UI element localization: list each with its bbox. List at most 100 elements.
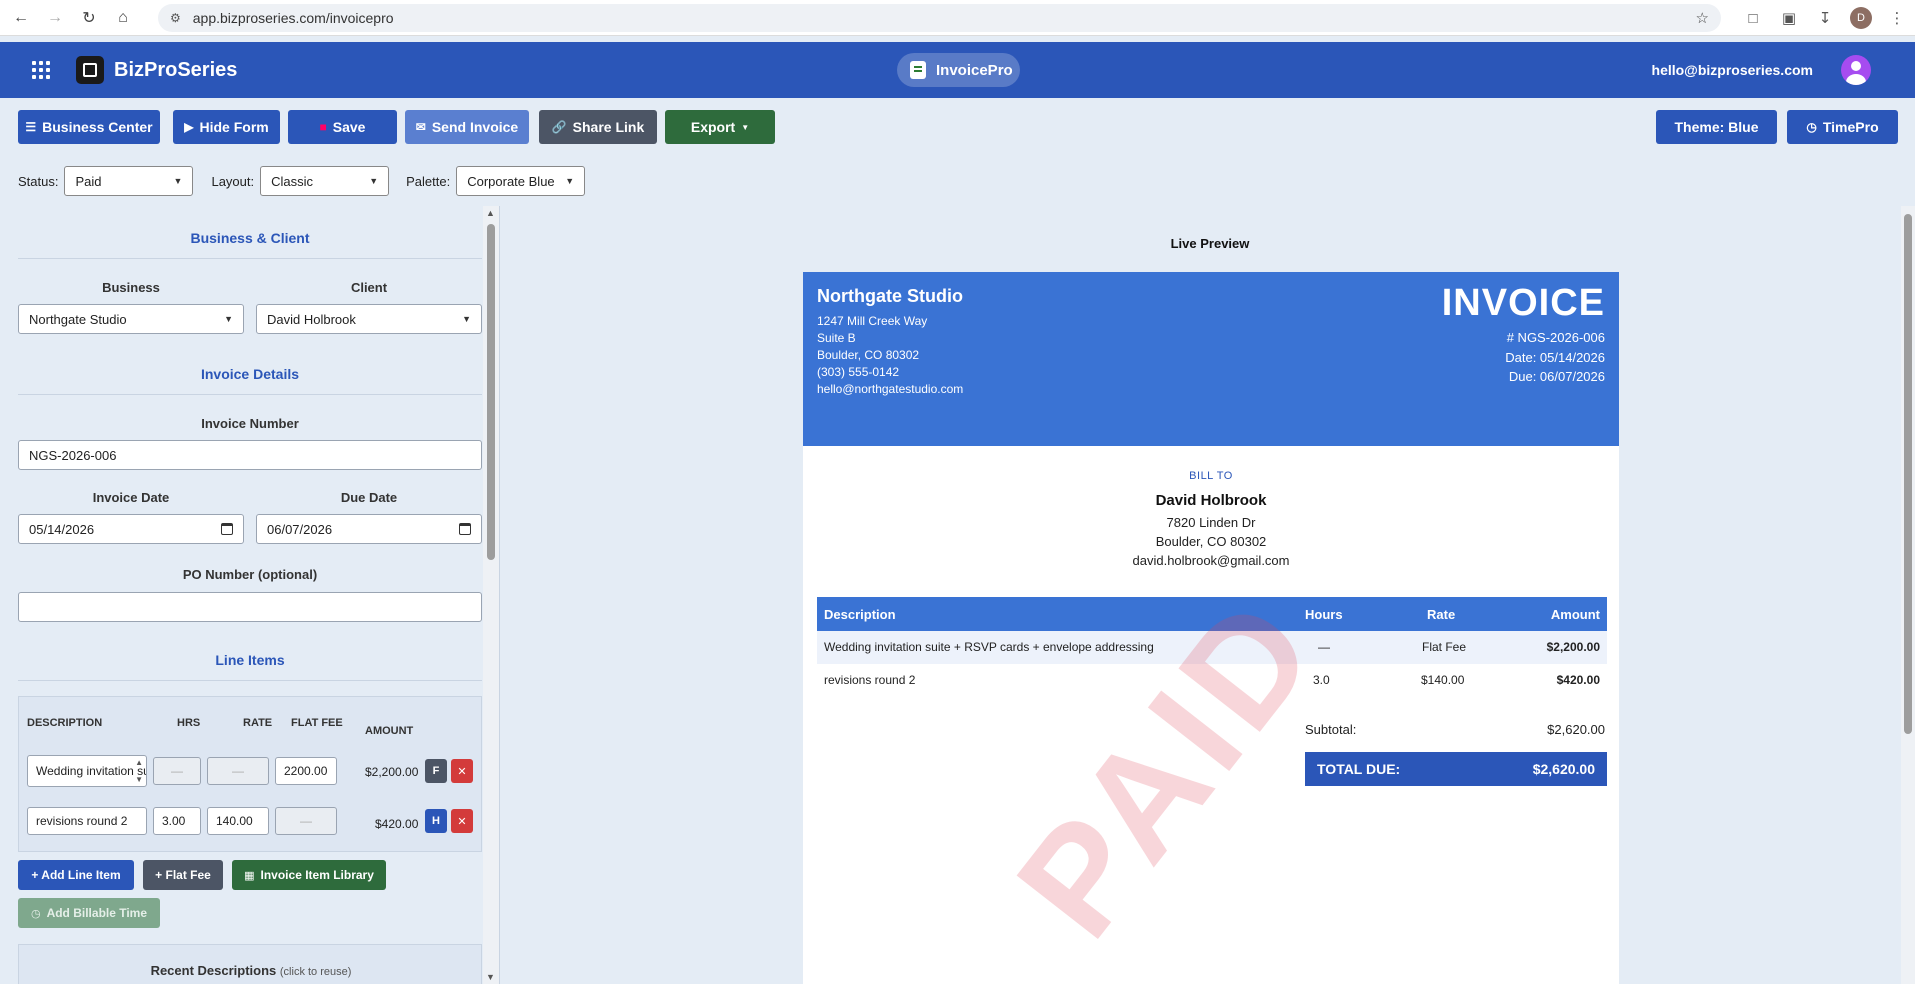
play-icon: ▶ bbox=[184, 120, 194, 134]
user-avatar-icon[interactable] bbox=[1841, 55, 1871, 85]
back-icon[interactable]: ← bbox=[8, 5, 34, 31]
share-link-button[interactable]: 🔗 Share Link bbox=[539, 110, 657, 144]
url-text: app.bizproseries.com/invoicepro bbox=[192, 10, 394, 26]
apps-grid-icon[interactable] bbox=[32, 61, 50, 79]
due-date-label: Due Date bbox=[340, 490, 398, 505]
col-rate: RATE bbox=[243, 717, 273, 729]
spin-up-icon[interactable]: ▲ bbox=[135, 758, 143, 767]
remove-line-button[interactable]: ✕ bbox=[451, 759, 473, 783]
line-rate-input[interactable]: 140.00 bbox=[207, 807, 269, 835]
send-invoice-label: Send Invoice bbox=[431, 119, 519, 135]
line-flat-fee-input[interactable]: — bbox=[275, 807, 337, 835]
invoice-due-date: Due: 06/07/2026 bbox=[1508, 369, 1605, 384]
business-address-line: 1247 Mill Creek Way bbox=[817, 314, 928, 328]
remove-line-button[interactable]: ✕ bbox=[451, 809, 473, 833]
add-billable-time-button[interactable]: ◷ Add Billable Time bbox=[18, 898, 160, 928]
bookmark-star-icon[interactable]: ☆ bbox=[1696, 9, 1709, 27]
business-select[interactable]: Northgate Studio ▼ bbox=[18, 304, 244, 334]
floppy-icon: ■ bbox=[319, 120, 327, 134]
row-rate: Flat Fee bbox=[1422, 640, 1467, 654]
invoice-date-input[interactable]: 05/14/2026 bbox=[18, 514, 244, 544]
menu-icon[interactable]: ⋮ bbox=[1879, 9, 1915, 27]
line-description-input[interactable]: revisions round 2 bbox=[27, 807, 147, 835]
media-icon[interactable]: ▣ bbox=[1771, 9, 1807, 27]
add-line-item-button[interactable]: + Add Line Item bbox=[18, 860, 134, 890]
invoice-number-input[interactable]: NGS-2026-006 bbox=[18, 440, 482, 470]
client-label: Client bbox=[350, 280, 388, 295]
reload-icon[interactable]: ↻ bbox=[76, 5, 102, 31]
invoice-number: # NGS-2026-006 bbox=[1506, 330, 1605, 345]
form-scrollbar[interactable]: ▲ ▼ bbox=[483, 206, 499, 984]
preview-scrollbar[interactable] bbox=[1901, 206, 1915, 984]
palette-select[interactable]: Corporate Blue ▼ bbox=[456, 166, 586, 196]
line-amount: $2,200.00 bbox=[365, 765, 419, 779]
invoice-date: Date: 05/14/2026 bbox=[1505, 350, 1605, 365]
status-select[interactable]: Paid ▼ bbox=[64, 166, 194, 196]
scroll-down-icon[interactable]: ▼ bbox=[486, 972, 495, 982]
forward-icon[interactable]: → bbox=[42, 5, 68, 31]
export-button[interactable]: Export ▼ bbox=[665, 110, 775, 144]
brand-name[interactable]: BizProSeries bbox=[114, 59, 237, 82]
client-select[interactable]: David Holbrook ▼ bbox=[256, 304, 482, 334]
th-hours: Hours bbox=[1305, 607, 1343, 622]
business-center-button[interactable]: ☰ Business Center bbox=[18, 110, 160, 144]
business-address-line: Suite B bbox=[817, 331, 856, 345]
downloads-icon[interactable]: ↧ bbox=[1807, 9, 1843, 27]
client-name: David Holbrook bbox=[1155, 492, 1267, 509]
total-due-value: $2,620.00 bbox=[1532, 761, 1595, 777]
chevron-down-icon: ▼ bbox=[565, 176, 575, 186]
scrollbar-thumb[interactable] bbox=[487, 224, 495, 560]
chevron-down-icon: ▼ bbox=[462, 314, 471, 324]
business-value: Northgate Studio bbox=[29, 311, 127, 327]
theme-button[interactable]: Theme: Blue bbox=[1656, 110, 1777, 144]
line-hrs-input[interactable]: — bbox=[153, 757, 201, 785]
line-hrs-input[interactable]: 3.00 bbox=[153, 807, 201, 835]
row-amount: $2,200.00 bbox=[1546, 640, 1600, 654]
site-settings-icon[interactable]: ⚙ bbox=[170, 11, 181, 25]
row-description: revisions round 2 bbox=[824, 673, 916, 687]
home-icon[interactable]: ⌂ bbox=[110, 5, 136, 31]
palette-label: Palette: bbox=[406, 173, 451, 189]
scroll-up-icon[interactable]: ▲ bbox=[486, 208, 495, 218]
address-bar[interactable]: ⚙ app.bizproseries.com/invoicepro ☆ bbox=[158, 4, 1721, 32]
po-number-input[interactable] bbox=[18, 592, 482, 622]
app-name: InvoicePro bbox=[936, 61, 1013, 79]
item-library-label: Invoice Item Library bbox=[260, 868, 374, 882]
th-description: Description bbox=[824, 607, 896, 622]
layout-select[interactable]: Classic ▼ bbox=[260, 166, 390, 196]
due-date-input[interactable]: 06/07/2026 bbox=[256, 514, 482, 544]
recent-descriptions-box: Recent Descriptions (click to reuse) bbox=[18, 944, 482, 984]
extensions-icon[interactable]: □ bbox=[1735, 10, 1771, 27]
recent-title-text: Recent Descriptions bbox=[150, 963, 277, 978]
timepro-button[interactable]: ◷ TimePro bbox=[1787, 110, 1898, 144]
scrollbar-thumb[interactable] bbox=[1904, 214, 1912, 734]
line-rate-input[interactable]: — bbox=[207, 757, 269, 785]
invoice-item-library-button[interactable]: ▦ Invoice Item Library bbox=[232, 860, 386, 890]
client-value: David Holbrook bbox=[267, 311, 356, 327]
link-icon: 🔗 bbox=[551, 120, 567, 134]
palette-value: Corporate Blue bbox=[467, 173, 555, 189]
save-label: Save bbox=[332, 119, 366, 135]
flat-fee-type-button[interactable]: F bbox=[425, 759, 447, 783]
hide-form-button[interactable]: ▶ Hide Form bbox=[173, 110, 280, 144]
col-flat-fee: FLAT FEE bbox=[291, 717, 343, 729]
line-items-table: DESCRIPTION HRS RATE FLAT FEE AMOUNT Wed… bbox=[18, 696, 482, 852]
brand-logo bbox=[76, 56, 104, 84]
app-switcher-pill[interactable]: InvoicePro bbox=[897, 53, 1020, 87]
send-invoice-button[interactable]: ✉ Send Invoice bbox=[405, 110, 529, 144]
business-label: Business bbox=[102, 280, 160, 295]
status-label: Status: bbox=[18, 173, 59, 189]
business-center-label: Business Center bbox=[42, 119, 153, 135]
spin-down-icon[interactable]: ▼ bbox=[135, 775, 143, 784]
clock-icon: ◷ bbox=[1806, 120, 1817, 134]
hourly-type-button[interactable]: H bbox=[425, 809, 447, 833]
calendar-icon[interactable] bbox=[221, 523, 233, 535]
add-flat-fee-button[interactable]: + Flat Fee bbox=[143, 860, 223, 890]
line-description-input[interactable]: Wedding invitation suite ▲ ▼ bbox=[27, 755, 147, 787]
col-amount: AMOUNT bbox=[365, 725, 414, 737]
calendar-icon[interactable] bbox=[459, 523, 471, 535]
live-preview-title: Live Preview bbox=[1170, 236, 1250, 251]
browser-profile-avatar[interactable]: D bbox=[1850, 7, 1872, 29]
line-flat-fee-input[interactable]: 2200.00 bbox=[275, 757, 337, 785]
save-button[interactable]: ■ Save bbox=[288, 110, 397, 144]
